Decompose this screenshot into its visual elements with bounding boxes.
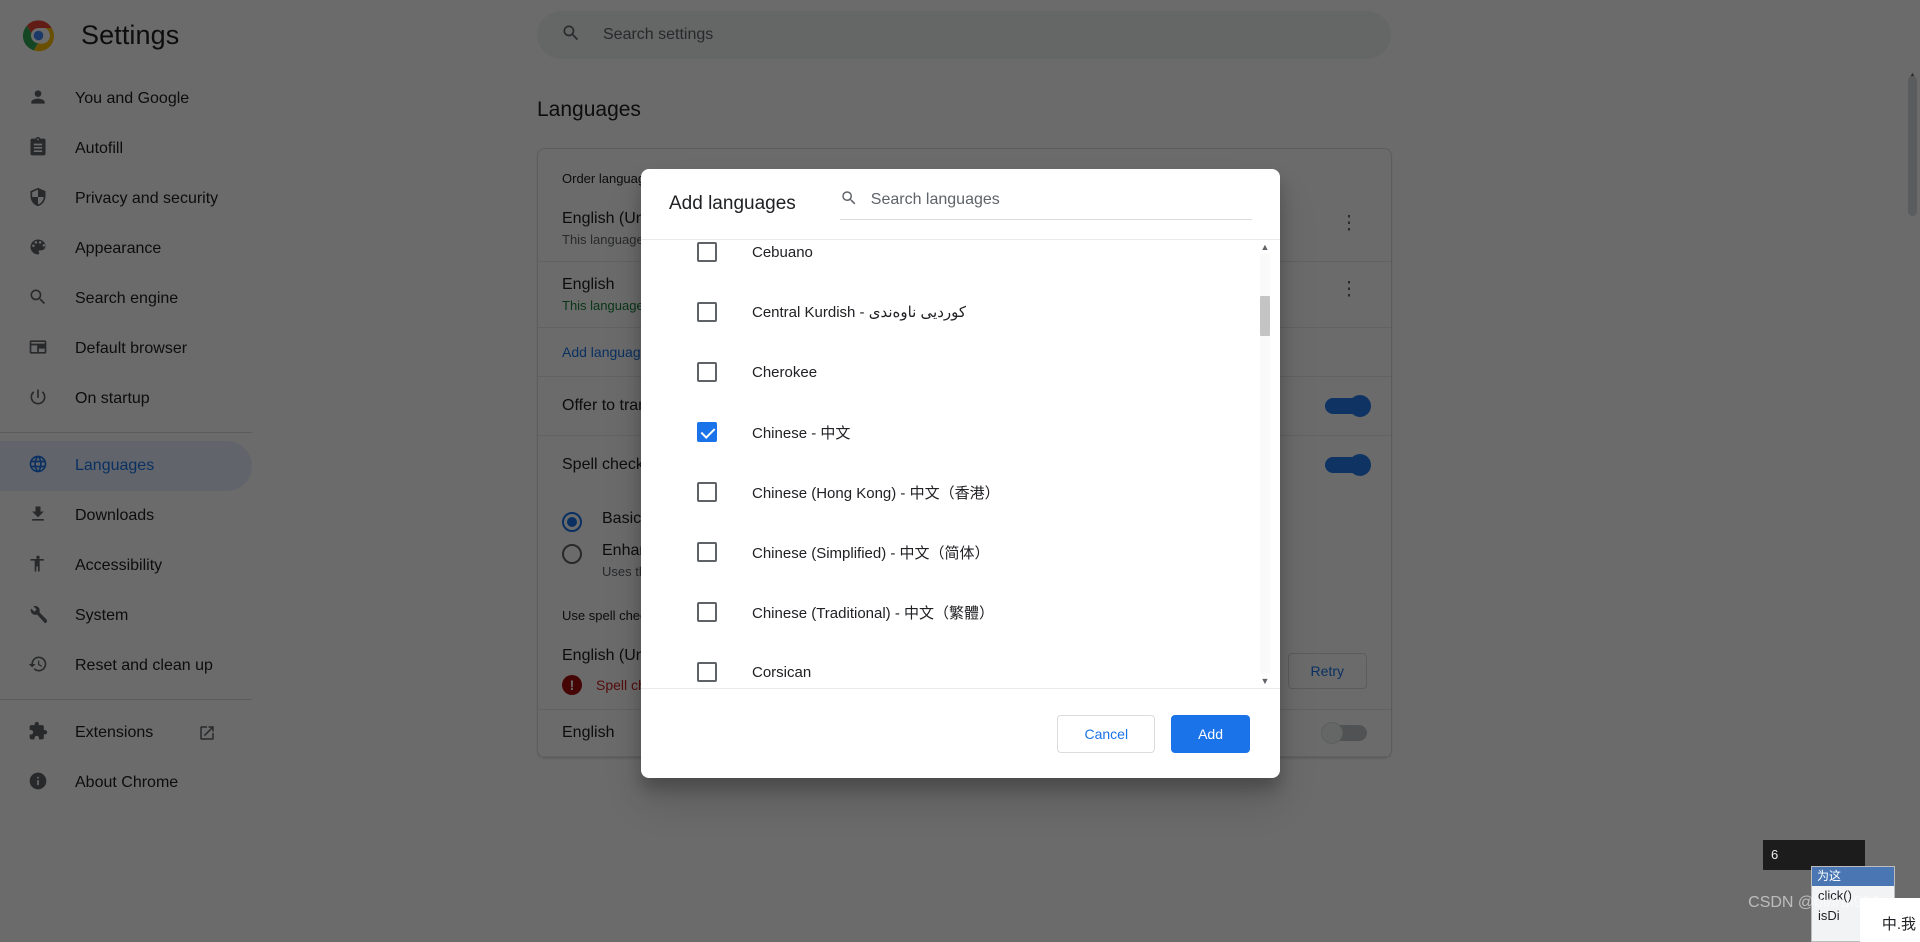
language-list: Cebuano Central Kurdish - کوردیی ناوەندی… (641, 240, 1280, 688)
dialog-header: Add languages Search languages (641, 169, 1280, 239)
screen: Settings Search settings You and Google … (0, 0, 1920, 942)
dialog-search[interactable]: Search languages (839, 189, 1252, 220)
language-list-container: Cebuano Central Kurdish - کوردیی ناوەندی… (641, 239, 1280, 689)
list-item[interactable]: Chinese (Simplified) - 中文（简体） (641, 522, 1280, 582)
list-item[interactable]: Central Kurdish - کوردیی ناوەندی (641, 282, 1280, 342)
dialog-scrollbar-thumb[interactable] (1260, 296, 1270, 336)
language-label: Chinese (Simplified) - 中文（简体） (752, 544, 990, 562)
search-languages-placeholder: Search languages (870, 191, 1000, 208)
language-label: Corsican (752, 663, 812, 681)
language-checkbox[interactable] (697, 302, 717, 322)
cancel-button[interactable]: Cancel (1057, 714, 1156, 753)
language-checkbox[interactable] (697, 662, 717, 682)
language-label: Cherokee (752, 363, 818, 381)
list-item[interactable]: Chinese (Hong Kong) - 中文（香港） (641, 462, 1280, 522)
list-item[interactable]: Cherokee (641, 342, 1280, 402)
list-item[interactable]: Chinese - 中文 (641, 402, 1280, 462)
caret-down-icon[interactable]: ▼ (1258, 674, 1272, 688)
language-checkbox[interactable] (697, 482, 717, 502)
overlay-panel-highlight: 为这 (1812, 867, 1894, 886)
list-item[interactable]: Chinese (Traditional) - 中文（繁體） (641, 582, 1280, 642)
add-button[interactable]: Add (1171, 714, 1250, 753)
search-icon (840, 189, 858, 212)
dialog-scrollbar[interactable]: ▲ ▼ (1258, 240, 1272, 688)
language-checkbox[interactable] (697, 242, 717, 262)
language-label: Chinese (Hong Kong) - 中文（香港） (752, 484, 1000, 502)
dialog-title: Add languages (669, 193, 796, 214)
language-label: Chinese - 中文 (752, 424, 851, 442)
language-checkbox[interactable] (697, 362, 717, 382)
list-item[interactable]: Corsican (641, 642, 1280, 688)
language-label: Cebuano (752, 243, 813, 261)
language-label: Central Kurdish - کوردیی ناوەندی (752, 304, 967, 321)
dialog-footer: Cancel Add (641, 689, 1280, 778)
add-languages-dialog: Add languages Search languages Cebuano C… (641, 169, 1280, 778)
overlay-corner-text: 中.我 (1881, 916, 1916, 933)
language-checkbox[interactable] (697, 422, 717, 442)
language-checkbox[interactable] (697, 542, 717, 562)
watermark: CSDN @binrui996 (1748, 894, 1880, 911)
language-label: Chinese (Traditional) - 中文（繁體） (752, 604, 995, 622)
list-item[interactable]: Cebuano (641, 240, 1280, 282)
language-checkbox[interactable] (697, 602, 717, 622)
caret-up-icon[interactable]: ▲ (1258, 240, 1272, 254)
